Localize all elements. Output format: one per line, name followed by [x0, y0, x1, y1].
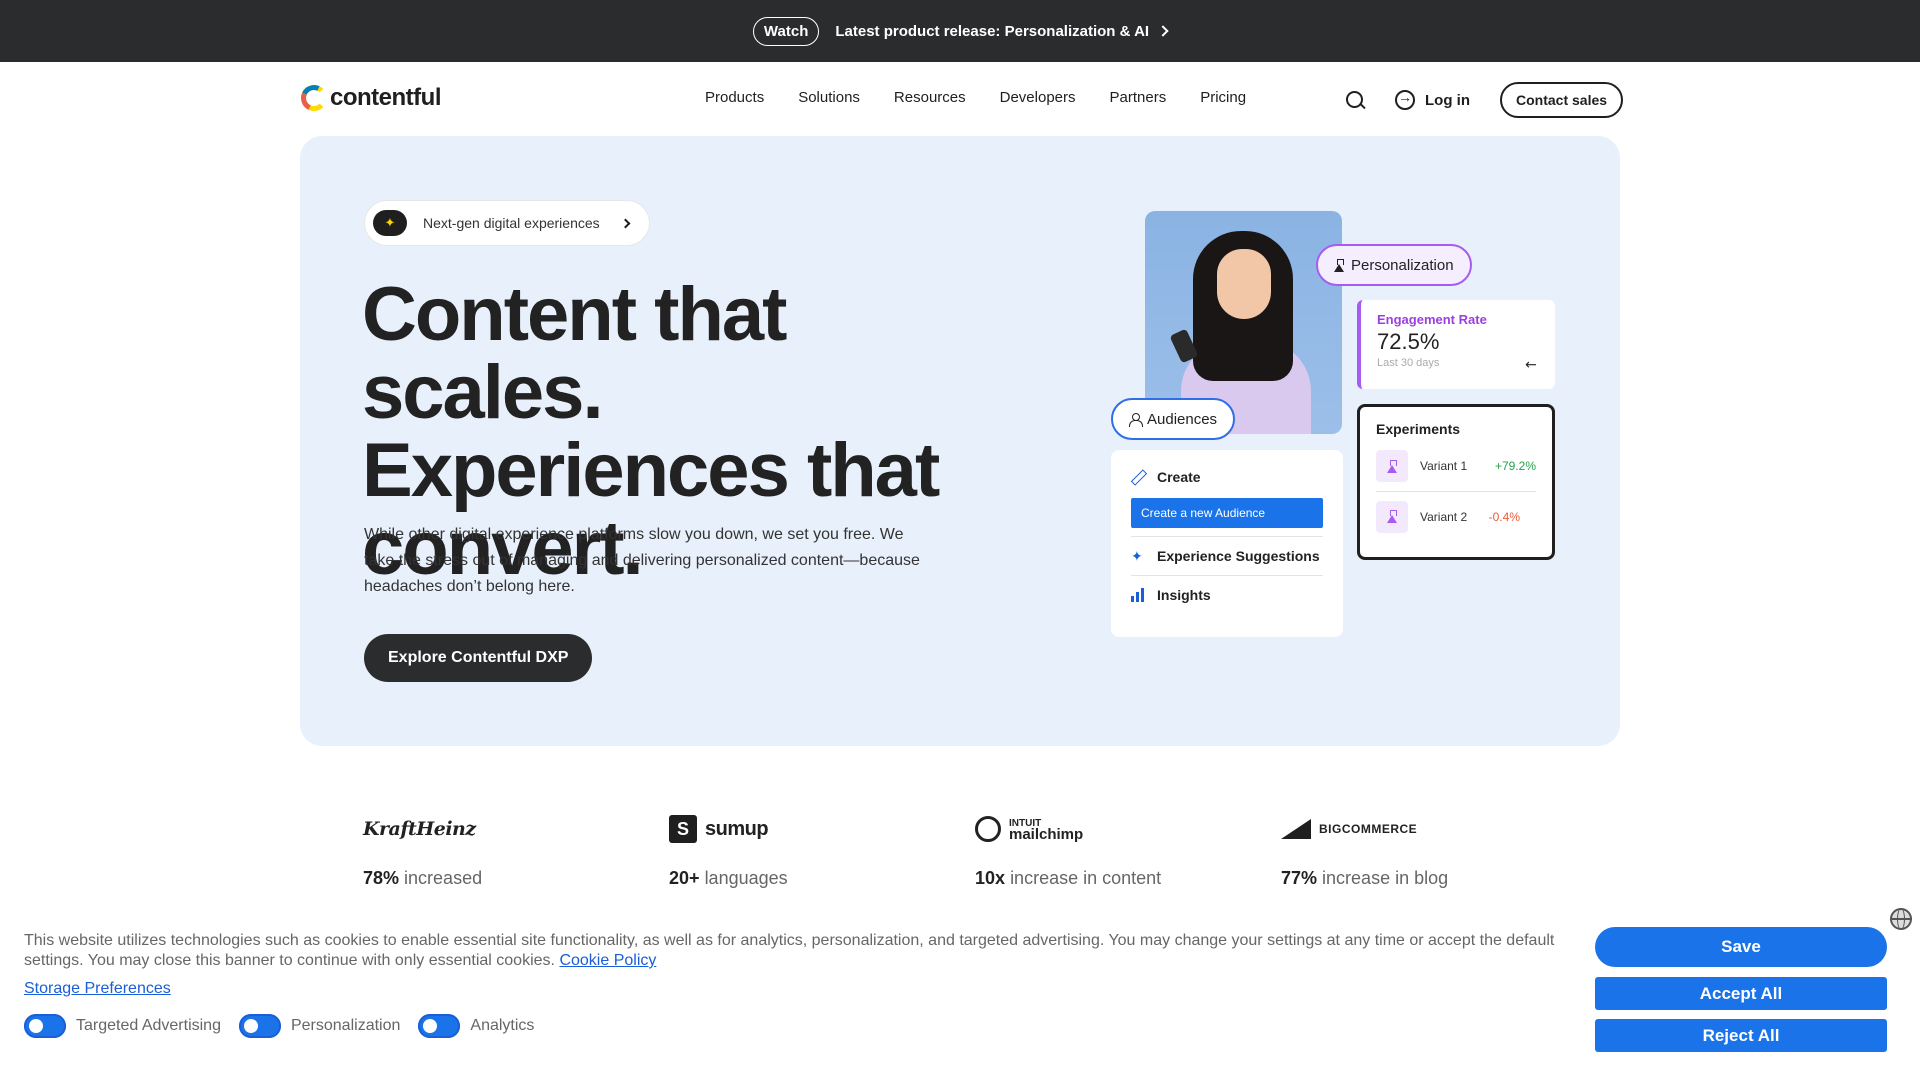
hero-subcopy: While other digital experience platforms…: [364, 526, 920, 595]
cookie-policy-link[interactable]: Cookie Policy: [559, 952, 656, 969]
divider: [1131, 575, 1323, 576]
storage-preferences-link[interactable]: Storage Preferences: [24, 980, 171, 998]
insights-label: Insights: [1157, 587, 1211, 603]
mailchimp-logo-icon: [975, 816, 1001, 842]
announcement-bar: Watch Latest product release: Personaliz…: [0, 0, 1920, 62]
divider: [1131, 536, 1323, 537]
explore-dxp-button[interactable]: Explore Contentful DXP: [364, 634, 593, 682]
stat-text: 10x increase in content: [975, 868, 1162, 888]
login-icon: [1395, 89, 1415, 110]
variant-row: Variant 2 -0.4%: [1376, 491, 1536, 541]
mailchimp-logo: INTUIT mailchimp: [975, 812, 1281, 846]
stat-mailchimp: INTUIT mailchimp 10x increase in content: [975, 812, 1281, 889]
sparkle-icon: ✦: [1131, 547, 1143, 564]
save-button[interactable]: Save: [1595, 927, 1887, 967]
release-link[interactable]: Latest product release: Personalization …: [835, 22, 1169, 40]
nav-link-pricing[interactable]: Pricing: [1200, 89, 1246, 106]
nav-actions: Log in Contact sales: [1345, 82, 1624, 118]
contact-sales-button[interactable]: Contact sales: [1500, 82, 1624, 118]
bigcommerce-logo: BIGCOMMERCE: [1281, 812, 1587, 846]
reject-all-button[interactable]: Reject All: [1595, 1019, 1887, 1052]
create-label: Create: [1157, 469, 1201, 485]
personalization-toggle[interactable]: [238, 1014, 281, 1038]
engagement-label: Engagement Rate: [1377, 312, 1487, 327]
insights-row: Insights: [1131, 580, 1323, 610]
nav-link-developers[interactable]: Developers: [1000, 89, 1076, 106]
engagement-rate-card: Engagement Rate 72.5% Last 30 days ↖: [1357, 300, 1555, 389]
experience-suggestions-row: ✦ Experience Suggestions: [1131, 541, 1323, 571]
toggle-label: Personalization: [290, 1017, 401, 1034]
sumup-logo-icon: S: [669, 815, 697, 843]
flask-icon: [1334, 258, 1345, 272]
release-text: Latest product release: Personalization …: [835, 22, 1150, 40]
experiments-card: Experiments Variant 1 +79.2% Variant 2 -…: [1357, 404, 1555, 560]
create-new-audience-button: Create a new Audience: [1131, 498, 1323, 528]
sparkle-icon: ✦: [373, 210, 407, 236]
variant-name: Variant 1: [1420, 459, 1468, 473]
flask-icon: [1376, 500, 1408, 533]
stat-text: 20+ languages: [669, 868, 788, 888]
cookie-text: This website utilizes technologies such …: [24, 932, 1555, 969]
bar-chart-icon: [1131, 588, 1145, 602]
cookie-banner: This website utilizes technologies such …: [0, 906, 1920, 1080]
audience-menu-card: Create Create a new Audience ✦ Experienc…: [1111, 450, 1343, 637]
variant-change: -0.4%: [1488, 509, 1520, 524]
chevron-right-icon: [1157, 25, 1169, 37]
targeted-advertising-toggle[interactable]: [24, 1014, 66, 1038]
personalization-label: Personalization: [1351, 256, 1454, 274]
flask-icon: [1376, 450, 1408, 482]
pencil-icon: [1131, 470, 1145, 484]
suggestions-label: Experience Suggestions: [1157, 548, 1320, 564]
nav-link-partners[interactable]: Partners: [1110, 89, 1167, 106]
audiences-chip: Audiences: [1111, 398, 1236, 440]
cookie-toggles: Targeted Advertising Personalization Ana…: [24, 1014, 542, 1038]
globe-icon[interactable]: [1890, 908, 1912, 930]
stat-sumup: S sumup 20+ languages: [669, 812, 975, 889]
engagement-period: Last 30 days: [1377, 357, 1440, 369]
audiences-label: Audiences: [1147, 410, 1218, 428]
accept-all-button[interactable]: Accept All: [1595, 977, 1887, 1010]
contentful-logo[interactable]: contentful: [297, 81, 441, 115]
variant-row: Variant 1 +79.2%: [1376, 441, 1536, 491]
nav-links: Products Solutions Resources Developers …: [705, 89, 1246, 106]
toggle-label: Analytics: [470, 1017, 535, 1034]
next-gen-pill[interactable]: ✦ Next-gen digital experiences: [364, 200, 650, 246]
personalization-chip: Personalization: [1316, 244, 1472, 286]
next-gen-text: Next-gen digital experiences: [423, 215, 600, 231]
login-label: Log in: [1425, 91, 1470, 109]
hero-section: ✦ Next-gen digital experiences Content t…: [300, 136, 1620, 746]
nav-link-solutions[interactable]: Solutions: [798, 89, 860, 106]
chevron-right-icon: [620, 218, 631, 228]
user-icon: [1129, 412, 1143, 427]
nav-link-products[interactable]: Products: [705, 89, 764, 106]
experiments-title: Experiments: [1376, 421, 1461, 437]
main-nav: contentful Products Solutions Resources …: [0, 62, 1920, 136]
kraftheinz-logo: KraftHeinz: [363, 818, 476, 840]
stat-kraftheinz: KraftHeinz 78% increased: [363, 812, 669, 889]
sumup-logo: S sumup: [669, 812, 975, 846]
watch-button[interactable]: Watch: [752, 16, 820, 46]
search-icon[interactable]: [1345, 90, 1365, 110]
login-link[interactable]: Log in: [1395, 89, 1470, 110]
stat-text: 77% increase in blog: [1281, 868, 1449, 888]
toggle-label: Targeted Advertising: [76, 1017, 221, 1034]
variant-change: +79.2%: [1494, 459, 1536, 473]
analytics-toggle[interactable]: [418, 1014, 461, 1038]
nav-link-resources[interactable]: Resources: [894, 89, 966, 106]
engagement-value: 72.5%: [1377, 329, 1440, 354]
variant-name: Variant 2: [1420, 509, 1468, 524]
bigcommerce-logo-icon: [1281, 819, 1311, 839]
logo-text: contentful: [330, 84, 441, 111]
stat-bigcommerce: BIGCOMMERCE 77% increase in blog: [1281, 812, 1587, 889]
customer-stats: KraftHeinz 78% increased S sumup 20+ lan…: [363, 812, 1587, 889]
contentful-logo-icon: [297, 81, 331, 115]
create-row: Create: [1131, 462, 1323, 492]
stat-text: 78% increased: [363, 868, 483, 888]
